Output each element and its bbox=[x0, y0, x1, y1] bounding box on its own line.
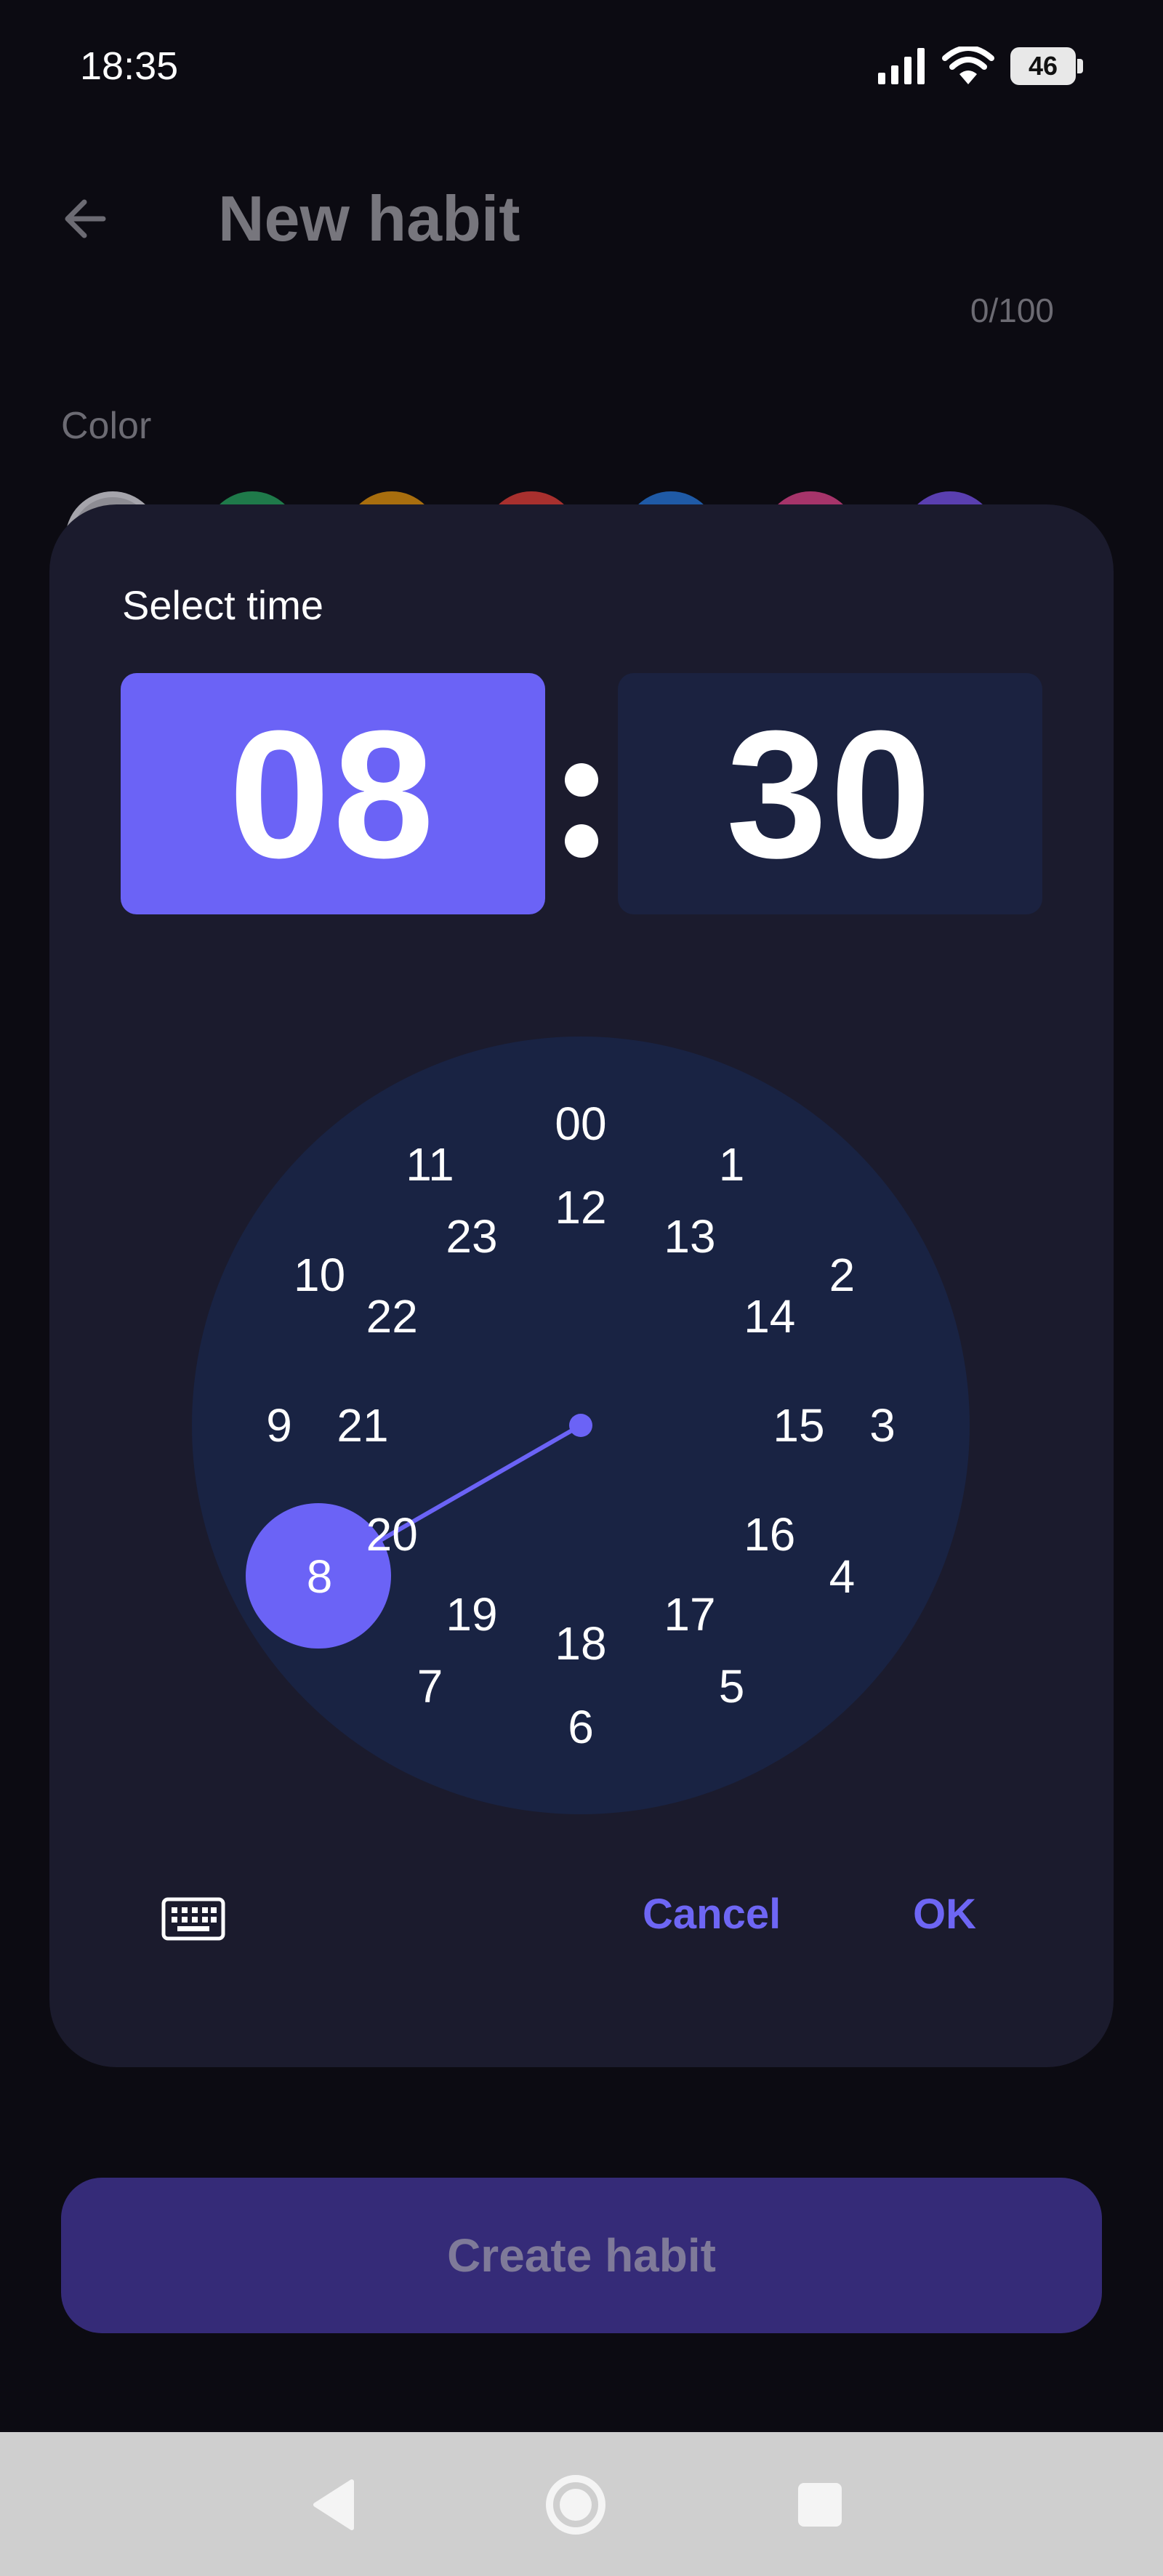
page-title: New habit bbox=[218, 182, 520, 254]
hour-selector[interactable]: 08 bbox=[121, 673, 545, 914]
clock-number[interactable]: 16 bbox=[726, 1505, 813, 1563]
clock-number[interactable]: 11 bbox=[387, 1135, 474, 1194]
status-icons: 46 bbox=[878, 47, 1083, 86]
signal-icon bbox=[878, 48, 925, 84]
battery-icon: 46 bbox=[1010, 47, 1083, 85]
clock-number[interactable]: 14 bbox=[726, 1287, 813, 1345]
clock-number[interactable]: 1 bbox=[688, 1135, 776, 1194]
clock-number[interactable]: 18 bbox=[537, 1614, 624, 1673]
keyboard-icon[interactable] bbox=[161, 1897, 225, 1941]
clock-number[interactable]: 5 bbox=[688, 1657, 776, 1715]
battery-level: 46 bbox=[1028, 51, 1058, 81]
color-label: Color bbox=[61, 405, 152, 447]
clock-number[interactable]: 12 bbox=[537, 1178, 624, 1236]
nav-recents-icon[interactable] bbox=[797, 2482, 843, 2528]
clock-number[interactable]: 22 bbox=[348, 1287, 435, 1345]
clock-number[interactable]: 7 bbox=[387, 1657, 474, 1715]
dialog-title: Select time bbox=[122, 582, 323, 628]
nav-back-icon[interactable] bbox=[310, 2477, 356, 2532]
clock-number[interactable]: 00 bbox=[537, 1095, 624, 1153]
clock-number[interactable]: 17 bbox=[646, 1585, 733, 1643]
cancel-button[interactable]: Cancel bbox=[643, 1890, 781, 1939]
system-nav-bar bbox=[0, 2432, 1163, 2576]
clock-face[interactable]: 00 1 2 3 4 5 6 7 8 9 10 11 12 13 14 15 16 17 18 19 20 21 22 23 bbox=[192, 1037, 970, 1814]
wifi-icon bbox=[942, 47, 994, 84]
create-habit-button[interactable]: Create habit bbox=[61, 2178, 1102, 2333]
clock-number[interactable]: 21 bbox=[319, 1396, 406, 1454]
clock-number[interactable]: 6 bbox=[537, 1698, 624, 1756]
time-colon bbox=[560, 763, 603, 885]
clock-number[interactable]: 13 bbox=[646, 1207, 733, 1265]
nav-home-icon[interactable] bbox=[544, 2473, 608, 2537]
back-arrow-icon[interactable] bbox=[60, 193, 110, 244]
clock-number[interactable]: 19 bbox=[428, 1585, 515, 1643]
clock-number[interactable]: 23 bbox=[428, 1207, 515, 1265]
clock-number[interactable]: 3 bbox=[839, 1396, 926, 1454]
clock-number[interactable]: 15 bbox=[755, 1396, 842, 1454]
minute-selector[interactable]: 30 bbox=[618, 673, 1042, 914]
clock-number[interactable]: 20 bbox=[348, 1505, 435, 1563]
ok-button[interactable]: OK bbox=[913, 1890, 976, 1939]
status-time: 18:35 bbox=[80, 44, 179, 88]
character-counter: 0/100 bbox=[970, 291, 1054, 329]
clock-number[interactable]: 9 bbox=[236, 1396, 323, 1454]
